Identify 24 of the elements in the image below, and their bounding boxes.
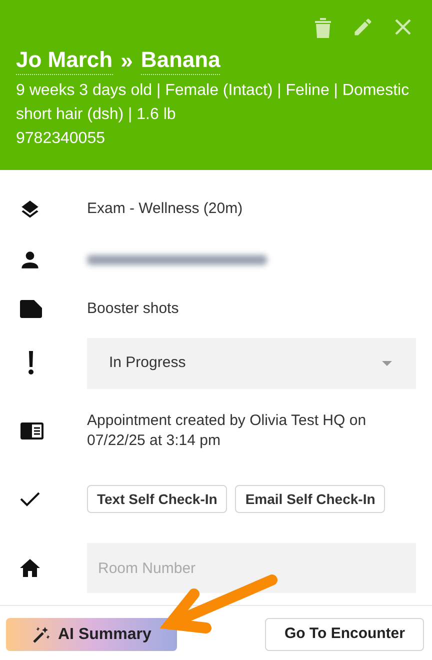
home-icon <box>20 559 40 577</box>
separator-text: » <box>120 47 133 75</box>
check-in-button[interactable]: Text Self Check-In <box>87 485 228 513</box>
room-number-field[interactable]: Room Number <box>87 543 416 593</box>
patient-details: 9 weeks 3 days old | Female (Intact) | Feline | Domestic short hair (dsh) | 1.6 lb <box>16 81 410 125</box>
ai-summary-button[interactable]: AI Summary <box>6 618 178 651</box>
magic-wand-icon <box>32 626 50 644</box>
status-dropdown[interactable]: In Progress <box>87 338 416 388</box>
note-icon <box>20 300 42 318</box>
check-in-button[interactable]: Email Self Check-In <box>235 485 386 513</box>
row-text: Exam - Wellness (20m) <box>87 199 244 219</box>
checkmark-icon <box>20 491 40 507</box>
trash-icon[interactable] <box>314 16 332 38</box>
caret-icon <box>382 360 392 366</box>
go-to-encounter-button[interactable]: Go To Encounter <box>265 618 424 651</box>
pencil-icon[interactable] <box>352 16 374 38</box>
phone-number: 9782340055 <box>16 129 106 149</box>
created-by-text: Appointment created by Olivia Test HQ on 07/22/25 at 3:14 pm <box>87 411 368 451</box>
row-text: Booster shots <box>87 299 180 319</box>
layers-icon <box>20 199 40 219</box>
document-icon <box>20 422 44 440</box>
person-icon <box>20 250 40 270</box>
close-icon[interactable] <box>394 18 412 36</box>
exclamation-icon <box>27 351 35 375</box>
